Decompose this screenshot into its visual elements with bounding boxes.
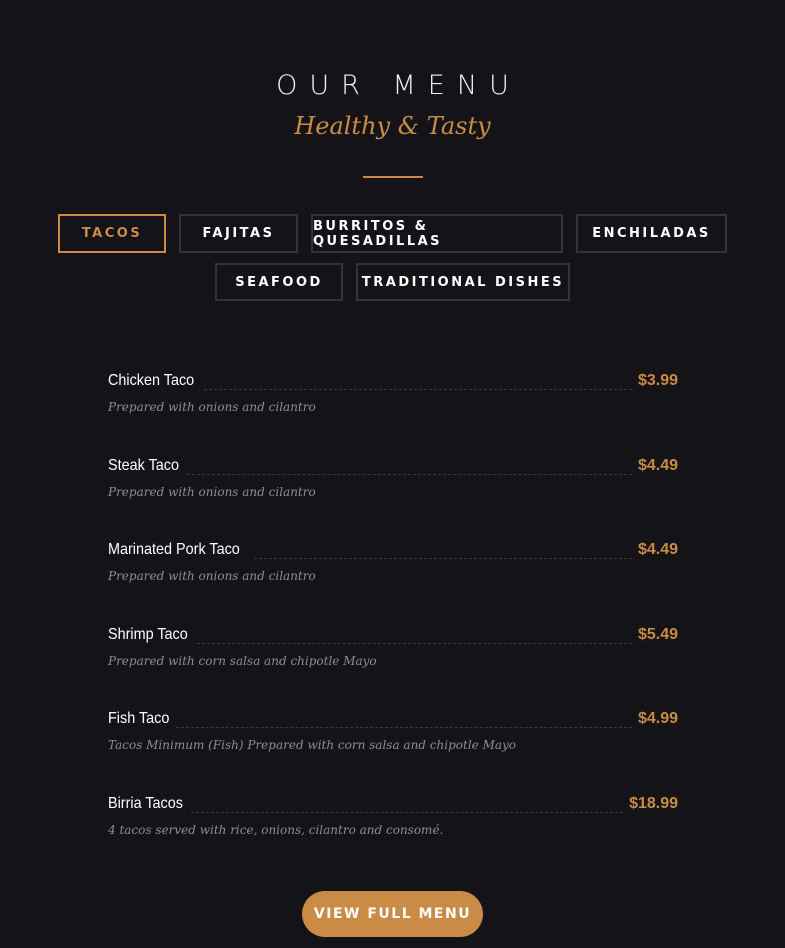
menu-item: Steak Taco $4.49 Prepared with onions an…	[108, 449, 678, 534]
menu-item: Fish Taco $4.99 Tacos Minimum (Fish) Pre…	[108, 702, 678, 787]
menu-item: Marinated Pork Taco $4.49 Prepared with …	[108, 533, 678, 618]
menu-item-description: Prepared with onions and cilantro	[108, 484, 316, 499]
menu-item-price: $5.49	[637, 625, 678, 643]
view-full-menu-button[interactable]: VIEW FULL MENU	[302, 891, 483, 937]
dotted-leader	[191, 811, 624, 813]
menu-item-price: $4.49	[637, 456, 678, 474]
menu-list: Chicken Taco $3.99 Prepared with onions …	[108, 364, 678, 871]
page-title: OUR MENU	[276, 70, 521, 101]
menu-item-name: Shrimp Taco	[108, 625, 188, 643]
menu-item-name: Chicken Taco	[108, 372, 195, 389]
menu-item-description: Prepared with onions and cilantro	[108, 569, 316, 583]
dotted-leader	[196, 642, 632, 644]
dotted-leader	[176, 727, 632, 728]
dotted-leader	[203, 389, 632, 390]
menu-item-price: $3.99	[637, 372, 678, 389]
tab-traditional-dishes[interactable]: TRADITIONAL DISHES	[356, 263, 570, 301]
tab-burritos-quesadillas[interactable]: BURRITOS & QUESADILLAS	[311, 214, 563, 253]
tab-seafood[interactable]: SEAFOOD	[215, 263, 343, 301]
tab-tacos[interactable]: TACOS	[58, 214, 166, 253]
menu-item-description: 4 tacos served with rice, onions, cilant…	[108, 822, 444, 837]
menu-item-price: $4.49	[637, 541, 678, 558]
menu-item-name: Birria Tacos	[108, 794, 183, 812]
menu-item: Birria Tacos $18.99 4 tacos served with …	[108, 787, 678, 872]
menu-item-description: Prepared with corn salsa and chipotle Ma…	[108, 653, 377, 668]
menu-item: Shrimp Taco $5.49 Prepared with corn sal…	[108, 618, 678, 703]
menu-item-name: Fish Taco	[108, 710, 170, 727]
menu-item-name: Steak Taco	[108, 456, 179, 474]
menu-item-price: $4.99	[637, 710, 678, 727]
menu-item-description: Tacos Minimum (Fish) Prepared with corn …	[108, 738, 517, 752]
dotted-leader	[254, 558, 632, 559]
page-subtitle: Healthy & Tasty	[294, 112, 491, 140]
menu-item-description: Prepared with onions and cilantro	[108, 400, 316, 414]
menu-item-price: $18.99	[629, 794, 678, 812]
menu-item: Chicken Taco $3.99 Prepared with onions …	[108, 364, 678, 449]
title-divider	[363, 176, 423, 178]
tab-fajitas[interactable]: FAJITAS	[179, 214, 298, 253]
menu-item-name: Marinated Pork Taco	[108, 541, 240, 558]
tab-enchiladas[interactable]: ENCHILADAS	[576, 214, 727, 253]
dotted-leader	[186, 473, 632, 475]
